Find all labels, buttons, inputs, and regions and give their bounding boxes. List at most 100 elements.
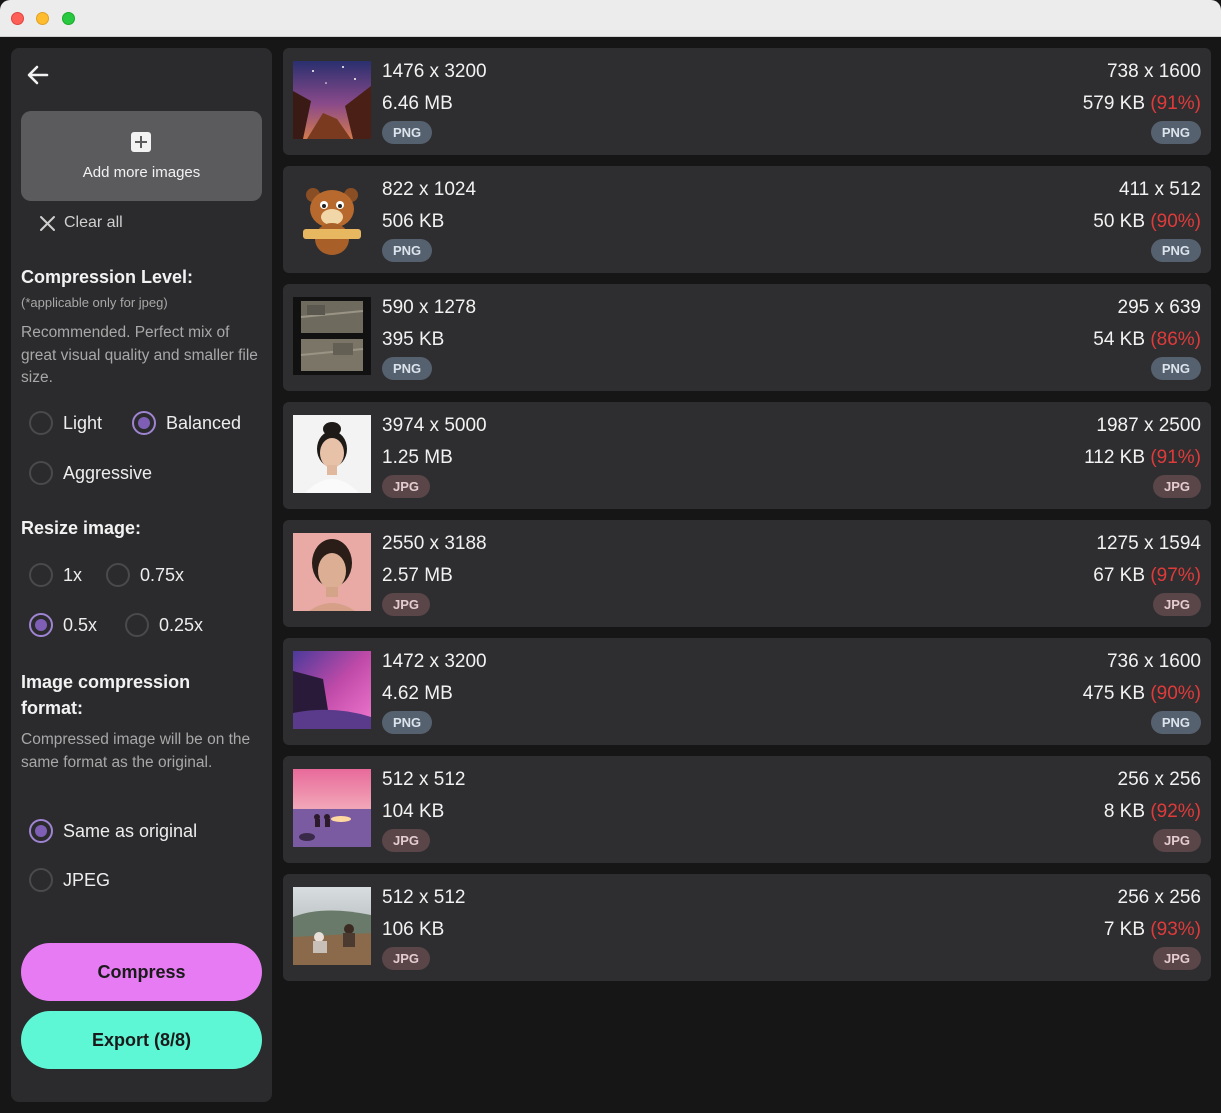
- resize-option-1x[interactable]: 1x: [29, 562, 82, 588]
- output-size-value: 112 KB: [1084, 447, 1146, 468]
- format-description: Compressed image will be on the same for…: [21, 731, 251, 771]
- compression-option-light[interactable]: Light: [29, 410, 102, 436]
- export-button[interactable]: Export (8/8): [21, 1011, 262, 1069]
- image-card[interactable]: 512 x 512 104 KB JPG 256 x 256 8 KB (92%…: [283, 756, 1211, 863]
- original-dimensions: 512 x 512: [382, 769, 466, 790]
- output-dimensions: 738 x 1600: [1106, 61, 1201, 82]
- format-badge: JPG: [382, 475, 431, 498]
- output-format-badge: PNG: [1150, 121, 1201, 144]
- arrow-left-icon: [27, 65, 49, 85]
- resize-heading: Resize image:: [21, 518, 142, 538]
- radio-balanced[interactable]: [132, 411, 156, 435]
- output-dimensions: 736 x 1600: [1106, 651, 1201, 672]
- radio-label: Same as original: [63, 820, 198, 841]
- image-card[interactable]: 1476 x 3200 6.46 MB PNG 738 x 1600 579 K…: [283, 48, 1211, 155]
- original-dimensions: 1472 x 3200: [382, 651, 487, 672]
- output-size-value: 7 KB: [1103, 919, 1146, 940]
- original-size: 395 KB: [382, 329, 445, 350]
- image-card[interactable]: 822 x 1024 506 KB PNG 411 x 512 50 KB (9…: [283, 166, 1211, 273]
- image-thumbnail: [293, 887, 371, 965]
- radio-aggressive[interactable]: [29, 461, 53, 485]
- format-option-same[interactable]: Same as original: [29, 818, 197, 844]
- resize-option-0-25x[interactable]: 0.25x: [125, 612, 203, 638]
- radio-0-5x[interactable]: [29, 613, 53, 637]
- radio-label: Light: [63, 412, 103, 433]
- image-card[interactable]: 2550 x 3188 2.57 MB JPG 1275 x 1594 67 K…: [283, 520, 1211, 627]
- radio-label: 0.25x: [159, 614, 204, 635]
- output-dimensions: 1275 x 1594: [1096, 533, 1201, 554]
- output-dimensions: 1987 x 2500: [1096, 415, 1201, 436]
- reduction-percent: (97%): [1150, 565, 1201, 586]
- original-size: 4.62 MB: [382, 683, 453, 704]
- compress-button[interactable]: Compress: [21, 943, 262, 1001]
- original-dimensions: 2550 x 3188: [382, 533, 487, 554]
- compression-option-aggressive[interactable]: Aggressive: [29, 460, 152, 486]
- radio-jpeg[interactable]: [29, 868, 53, 892]
- close-icon: [40, 215, 55, 231]
- image-thumbnail: [293, 651, 371, 729]
- output-size: 475 KB (90%): [1083, 683, 1201, 705]
- original-dimensions: 590 x 1278: [382, 297, 477, 318]
- output-format-badge: PNG: [1150, 239, 1201, 262]
- original-dimensions: 3974 x 5000: [382, 415, 487, 436]
- output-dimensions: 256 x 256: [1117, 769, 1201, 790]
- radio-0-25x[interactable]: [125, 613, 149, 637]
- output-format-badge: JPG: [1152, 829, 1201, 852]
- close-window-button[interactable]: [11, 12, 24, 25]
- minimize-window-button[interactable]: [36, 12, 49, 25]
- radio-label: Aggressive: [63, 462, 153, 483]
- output-size: 112 KB (91%): [1084, 447, 1201, 469]
- original-size: 506 KB: [382, 211, 445, 232]
- image-card[interactable]: 3974 x 5000 1.25 MB JPG 1987 x 2500 112 …: [283, 402, 1211, 509]
- format-option-jpeg[interactable]: JPEG: [29, 867, 110, 893]
- output-format-badge: PNG: [1150, 711, 1201, 734]
- add-more-images-button[interactable]: Add more images: [21, 111, 262, 201]
- output-size-value: 54 KB: [1093, 329, 1146, 350]
- radio-label: JPEG: [63, 869, 111, 890]
- compression-level-note: (*applicable only for jpeg): [21, 295, 168, 310]
- add-more-images-label: Add more images: [82, 164, 201, 181]
- output-size-value: 579 KB: [1082, 93, 1146, 114]
- image-thumbnail: [293, 61, 371, 139]
- radio-light[interactable]: [29, 411, 53, 435]
- title-bar: [0, 0, 1221, 37]
- output-size: 67 KB (97%): [1093, 565, 1201, 587]
- output-size: 8 KB (92%): [1104, 801, 1201, 823]
- reduction-percent: (93%): [1150, 919, 1201, 940]
- resize-option-0-5x[interactable]: 0.5x: [29, 612, 97, 638]
- clear-all-label: Clear all: [64, 214, 123, 231]
- output-size: 50 KB (90%): [1093, 211, 1201, 233]
- reduction-percent: (90%): [1150, 211, 1201, 232]
- resize-option-0-75x[interactable]: 0.75x: [106, 562, 184, 588]
- radio-label: Balanced: [166, 412, 242, 433]
- compression-option-balanced[interactable]: Balanced: [132, 410, 241, 436]
- format-badge: JPG: [382, 947, 431, 970]
- output-size: 579 KB (91%): [1083, 93, 1201, 115]
- format-badge: JPG: [382, 593, 431, 616]
- output-dimensions: 256 x 256: [1117, 887, 1201, 908]
- output-format-badge: JPG: [1152, 475, 1201, 498]
- radio-label: 0.5x: [63, 614, 98, 635]
- radio-same-as-original[interactable]: [29, 819, 53, 843]
- image-thumbnail: [293, 415, 371, 493]
- zoom-window-button[interactable]: [62, 12, 75, 25]
- radio-1x[interactable]: [29, 563, 53, 587]
- reduction-percent: (91%): [1150, 93, 1201, 114]
- clear-all-button[interactable]: Clear all: [39, 212, 123, 234]
- original-dimensions: 1476 x 3200: [382, 61, 487, 82]
- image-card[interactable]: 590 x 1278 395 KB PNG 295 x 639 54 KB (8…: [283, 284, 1211, 391]
- image-card[interactable]: 512 x 512 106 KB JPG 256 x 256 7 KB (93%…: [283, 874, 1211, 981]
- back-button[interactable]: [25, 62, 51, 88]
- format-heading: Image compression format:: [21, 672, 191, 718]
- radio-label: 0.75x: [140, 564, 185, 585]
- original-size: 104 KB: [382, 801, 445, 822]
- image-card[interactable]: 1472 x 3200 4.62 MB PNG 736 x 1600 475 K…: [283, 638, 1211, 745]
- output-format-badge: JPG: [1152, 947, 1201, 970]
- format-badge: JPG: [382, 829, 431, 852]
- format-badge: PNG: [382, 357, 433, 380]
- output-format-badge: JPG: [1152, 593, 1201, 616]
- plus-square-icon: [131, 132, 151, 152]
- radio-0-75x[interactable]: [106, 563, 130, 587]
- image-thumbnail: [293, 179, 371, 257]
- format-badge: PNG: [382, 121, 433, 144]
